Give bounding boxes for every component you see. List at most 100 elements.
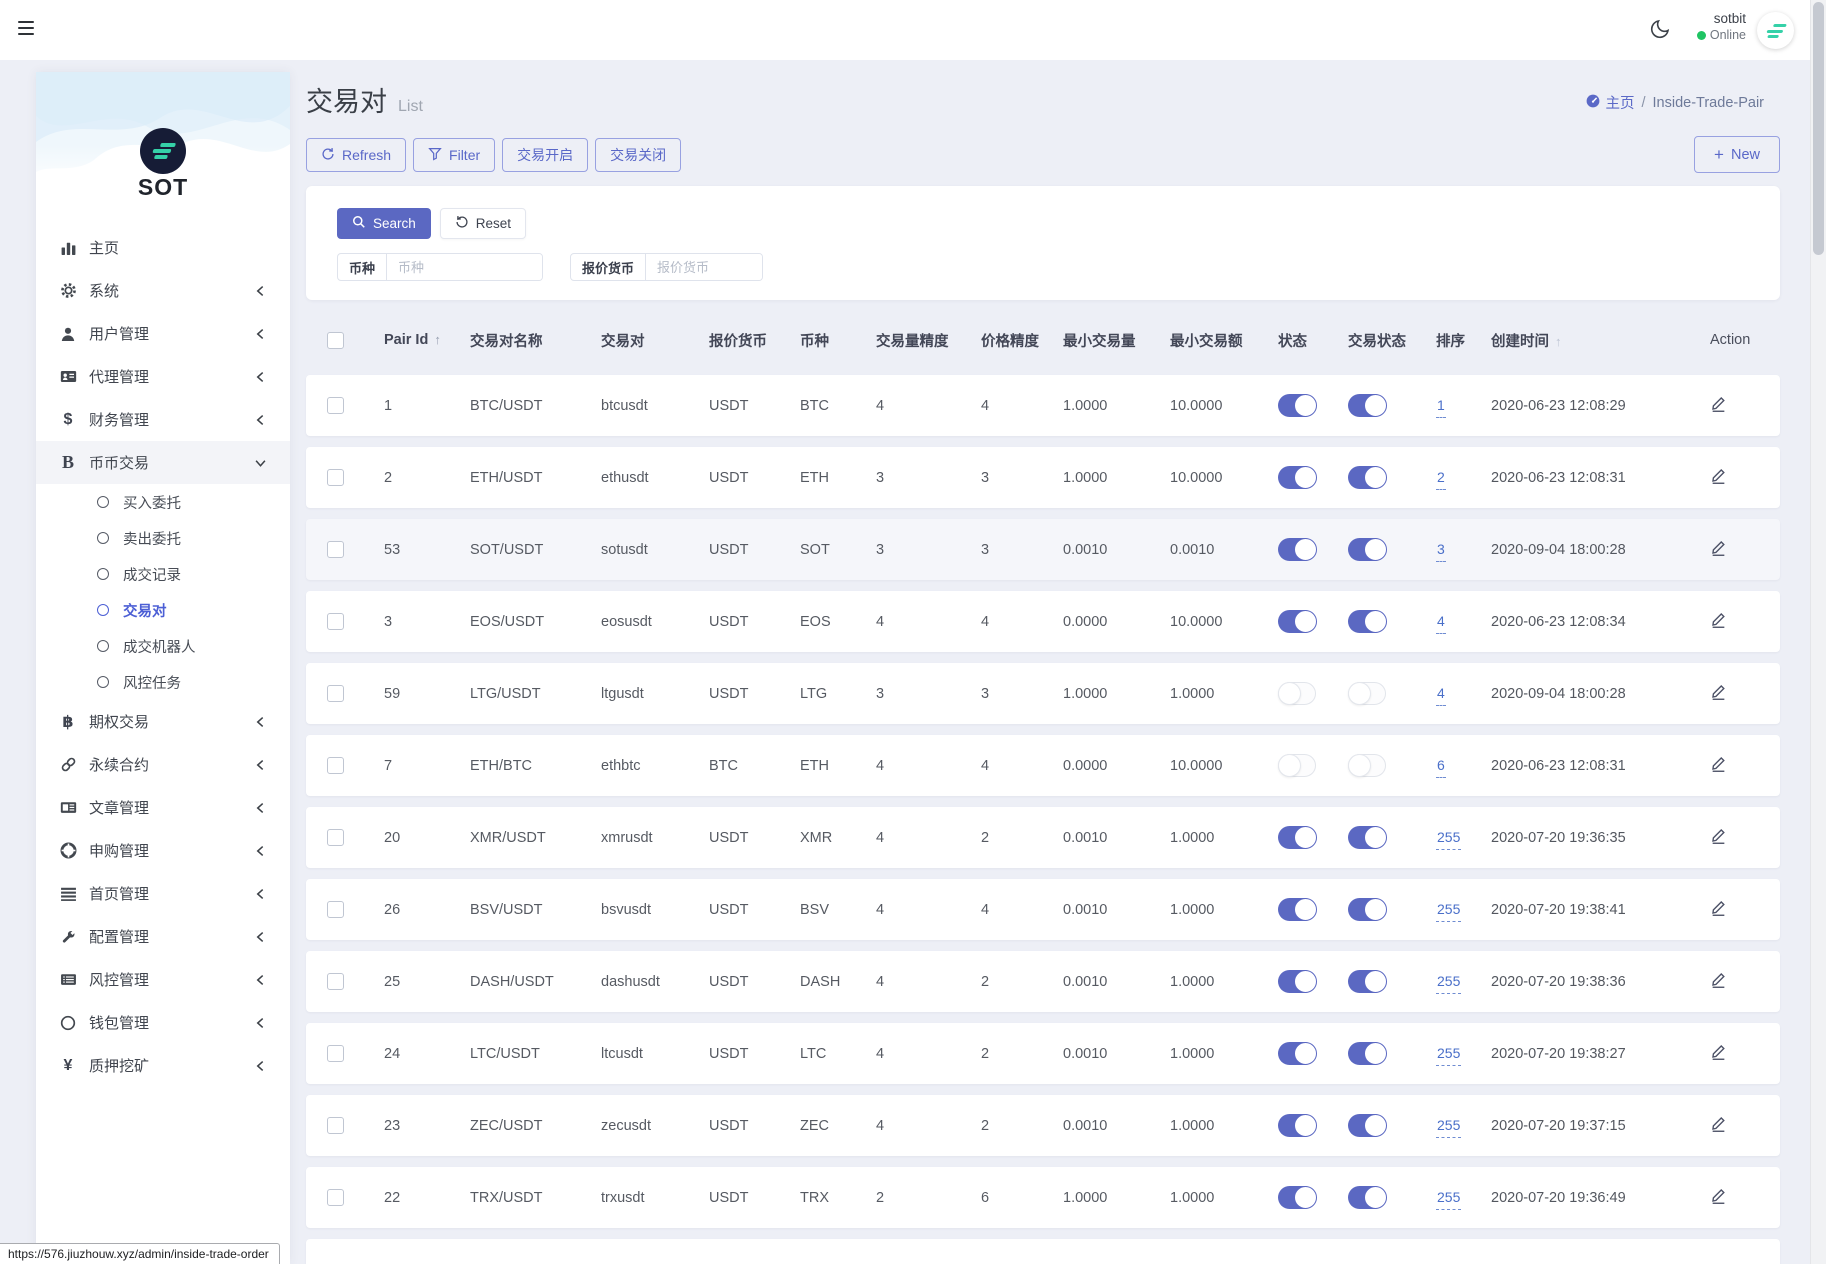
user-menu[interactable]: sotbit Online [1696, 11, 1746, 44]
row-checkbox[interactable] [327, 397, 344, 414]
dark-mode-moon-icon[interactable] [1648, 17, 1674, 43]
sort-editable-link[interactable]: 1 [1436, 397, 1446, 418]
sort-editable-link[interactable]: 255 [1436, 973, 1462, 994]
sidebar-item-homepage[interactable]: 首页管理 [36, 872, 290, 915]
status-toggle[interactable] [1278, 1186, 1317, 1209]
select-all-checkbox[interactable] [327, 331, 344, 349]
sidebar-item-perpetual[interactable]: 永续合约 [36, 743, 290, 786]
edit-button[interactable] [1710, 827, 1727, 844]
sidebar-item-wallet[interactable]: 钱包管理 [36, 1001, 290, 1044]
sidebar-item-config[interactable]: 配置管理 [36, 915, 290, 958]
quote-filter-input[interactable] [646, 254, 763, 280]
status-toggle[interactable] [1278, 754, 1316, 777]
row-checkbox[interactable] [327, 1045, 344, 1062]
edit-button[interactable] [1710, 1115, 1727, 1132]
status-toggle[interactable] [1278, 1042, 1317, 1065]
status-toggle[interactable] [1278, 898, 1317, 921]
edit-button[interactable] [1710, 1187, 1727, 1204]
status-toggle[interactable] [1278, 826, 1317, 849]
sidebar-subitem-risk-tasks[interactable]: 风控任务 [36, 664, 290, 700]
avatar[interactable] [1757, 12, 1794, 49]
edit-button[interactable] [1710, 539, 1727, 556]
sort-editable-link[interactable]: 255 [1436, 901, 1462, 922]
trade-status-toggle[interactable] [1348, 610, 1387, 633]
column-header-0[interactable]: Pair Id ↑ [384, 332, 470, 348]
row-checkbox[interactable] [327, 973, 344, 990]
row-checkbox[interactable] [327, 469, 344, 486]
hamburger-menu-icon[interactable] [18, 21, 34, 35]
trade-status-toggle[interactable] [1348, 754, 1386, 777]
status-toggle[interactable] [1278, 538, 1317, 561]
new-button[interactable]: + New [1694, 136, 1780, 173]
row-checkbox[interactable] [327, 829, 344, 846]
sidebar-item-subscription[interactable]: 申购管理 [36, 829, 290, 872]
sort-editable-link[interactable]: 2 [1436, 469, 1446, 490]
window-scrollbar[interactable] [1810, 0, 1826, 1264]
trade-status-toggle[interactable] [1348, 1042, 1387, 1065]
sidebar-item-system[interactable]: 系统 [36, 269, 290, 312]
trade-status-toggle[interactable] [1348, 1186, 1387, 1209]
row-checkbox[interactable] [327, 613, 344, 630]
status-toggle[interactable] [1278, 394, 1317, 417]
sort-editable-link[interactable]: 4 [1436, 685, 1446, 706]
edit-button[interactable] [1710, 755, 1727, 772]
edit-button[interactable] [1710, 683, 1727, 700]
refresh-button[interactable]: Refresh [306, 138, 407, 172]
trade-status-toggle[interactable] [1348, 898, 1387, 921]
sort-editable-link[interactable]: 255 [1436, 829, 1462, 850]
sort-editable-link[interactable]: 3 [1436, 541, 1446, 562]
breadcrumb-home-link[interactable]: 主页 [1586, 92, 1634, 113]
trade-close-button[interactable]: 交易关闭 [595, 138, 682, 172]
search-button[interactable]: Search [337, 208, 431, 239]
sidebar-item-spot-trade[interactable]: B 币币交易 [36, 441, 290, 484]
row-checkbox[interactable] [327, 901, 344, 918]
sidebar-item-risk[interactable]: 风控管理 [36, 958, 290, 1001]
sidebar-subitem-trade-pairs[interactable]: 交易对 [36, 592, 290, 628]
scrollbar-thumb[interactable] [1813, 2, 1824, 255]
edit-button[interactable] [1710, 395, 1727, 412]
sidebar-subitem-trade-bots[interactable]: 成交机器人 [36, 628, 290, 664]
edit-button[interactable] [1710, 1043, 1727, 1060]
row-checkbox[interactable] [327, 541, 344, 558]
row-checkbox[interactable] [327, 1117, 344, 1134]
sidebar-item-users[interactable]: 用户管理 [36, 312, 290, 355]
status-toggle[interactable] [1278, 610, 1317, 633]
trade-status-toggle[interactable] [1348, 682, 1386, 705]
sidebar-item-agents[interactable]: 代理管理 [36, 355, 290, 398]
sort-editable-link[interactable]: 6 [1436, 757, 1446, 778]
row-checkbox[interactable] [327, 1189, 344, 1206]
trade-status-toggle[interactable] [1348, 538, 1387, 561]
trade-status-toggle[interactable] [1348, 826, 1387, 849]
column-header-12[interactable]: 创建时间 ↑ [1491, 330, 1702, 351]
sort-editable-link[interactable]: 255 [1436, 1117, 1462, 1138]
edit-button[interactable] [1710, 899, 1727, 916]
status-toggle[interactable] [1278, 682, 1316, 705]
edit-button[interactable] [1710, 611, 1727, 628]
sidebar-subitem-sell-orders[interactable]: 卖出委托 [36, 520, 290, 556]
sidebar-subitem-trade-records[interactable]: 成交记录 [36, 556, 290, 592]
filter-button[interactable]: Filter [413, 138, 496, 172]
coin-filter-input[interactable] [387, 254, 543, 280]
status-toggle[interactable] [1278, 970, 1317, 993]
sidebar-item-staking[interactable]: ¥ 质押挖矿 [36, 1044, 290, 1087]
trade-status-toggle[interactable] [1348, 466, 1387, 489]
reset-button[interactable]: Reset [439, 208, 527, 239]
status-toggle[interactable] [1278, 1114, 1317, 1137]
sort-editable-link[interactable]: 4 [1436, 613, 1446, 634]
sidebar-subitem-buy-orders[interactable]: 买入委托 [36, 484, 290, 520]
sidebar-item-finance[interactable]: $ 财务管理 [36, 398, 290, 441]
edit-button[interactable] [1710, 467, 1727, 484]
status-toggle[interactable] [1278, 466, 1317, 489]
row-checkbox[interactable] [327, 757, 344, 774]
trade-status-toggle[interactable] [1348, 394, 1387, 417]
trade-status-toggle[interactable] [1348, 970, 1387, 993]
sidebar-item-articles[interactable]: 文章管理 [36, 786, 290, 829]
sidebar-item-home[interactable]: 主页 [36, 226, 290, 269]
edit-button[interactable] [1710, 971, 1727, 988]
trade-open-button[interactable]: 交易开启 [502, 138, 589, 172]
sidebar-item-options-trade[interactable]: ฿ 期权交易 [36, 700, 290, 743]
sort-editable-link[interactable]: 255 [1436, 1189, 1462, 1210]
row-checkbox[interactable] [327, 685, 344, 702]
trade-status-toggle[interactable] [1348, 1114, 1387, 1137]
sort-editable-link[interactable]: 255 [1436, 1045, 1462, 1066]
